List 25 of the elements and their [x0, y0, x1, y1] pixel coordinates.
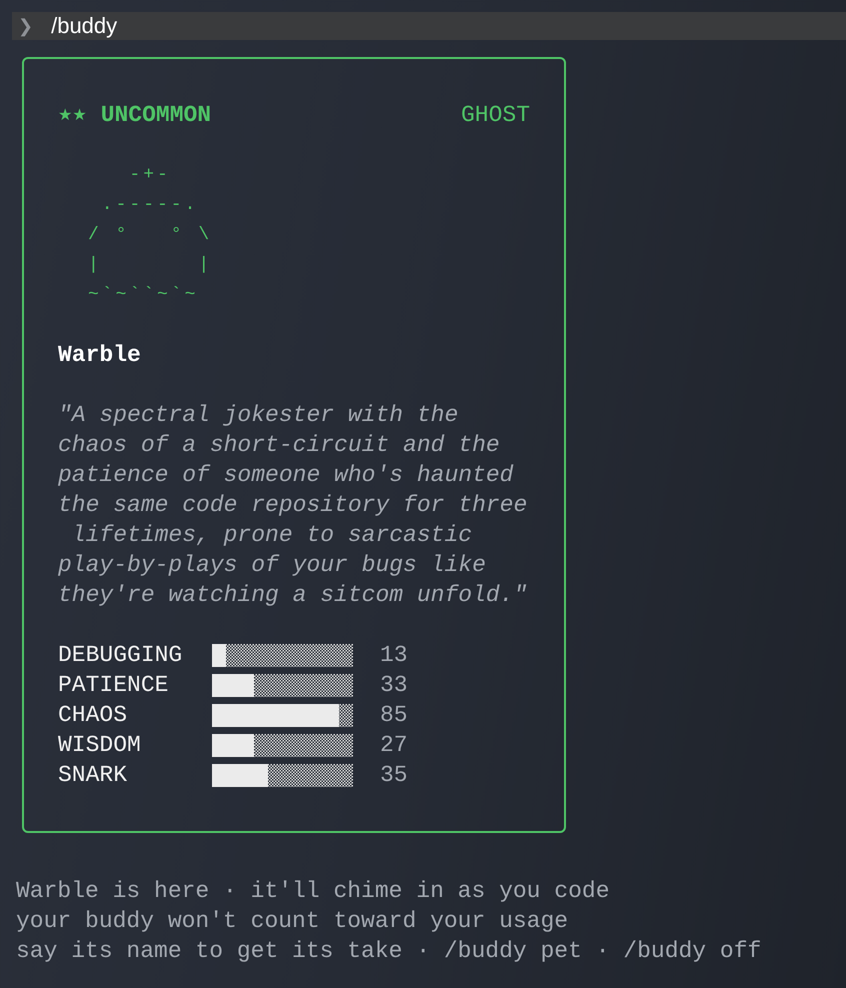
- ascii-art-line: ~`~``~`~: [88, 284, 198, 307]
- ascii-art-line: | |: [88, 254, 212, 277]
- buddy-description: "A spectral jokester with the chaos of a short-circuit and the patience of someone who's haunted the same code repository for three lifetimes, prone to sarcastic play-by-plays of your bugs like they're watching a sitcom unfold.": [58, 401, 528, 610]
- species-label: GHOST: [460, 101, 530, 130]
- stat-value: 35: [380, 761, 408, 790]
- message-line: your buddy won't count toward your usage: [16, 907, 568, 936]
- message-line: say its name to get its take · /buddy pet · /buddy off: [16, 937, 762, 966]
- stat-label: DEBUGGING: [58, 641, 184, 670]
- stat-value: 27: [380, 731, 408, 760]
- message-line: Warble is here · it'll chime in as you code: [16, 877, 610, 906]
- prompt-symbol: ❯: [18, 16, 34, 36]
- buddy-name: Warble: [58, 341, 141, 370]
- rarity-stars: ★★: [58, 104, 87, 126]
- ascii-art-line: .-----.: [100, 194, 198, 217]
- stat-value: 85: [380, 701, 408, 730]
- stat-label: WISDOM: [58, 731, 142, 760]
- ascii-art-line: -+-: [128, 164, 171, 187]
- stat-label: SNARK: [58, 761, 128, 790]
- ascii-art-line: / ° ° \: [88, 224, 212, 247]
- rarity-label: UNCOMMON: [100, 101, 212, 130]
- stat-label: PATIENCE: [58, 671, 170, 700]
- stat-value: 33: [380, 671, 408, 700]
- stat-value: 13: [380, 641, 408, 670]
- stat-label: CHAOS: [58, 701, 128, 730]
- command-text: /buddy: [51, 13, 118, 39]
